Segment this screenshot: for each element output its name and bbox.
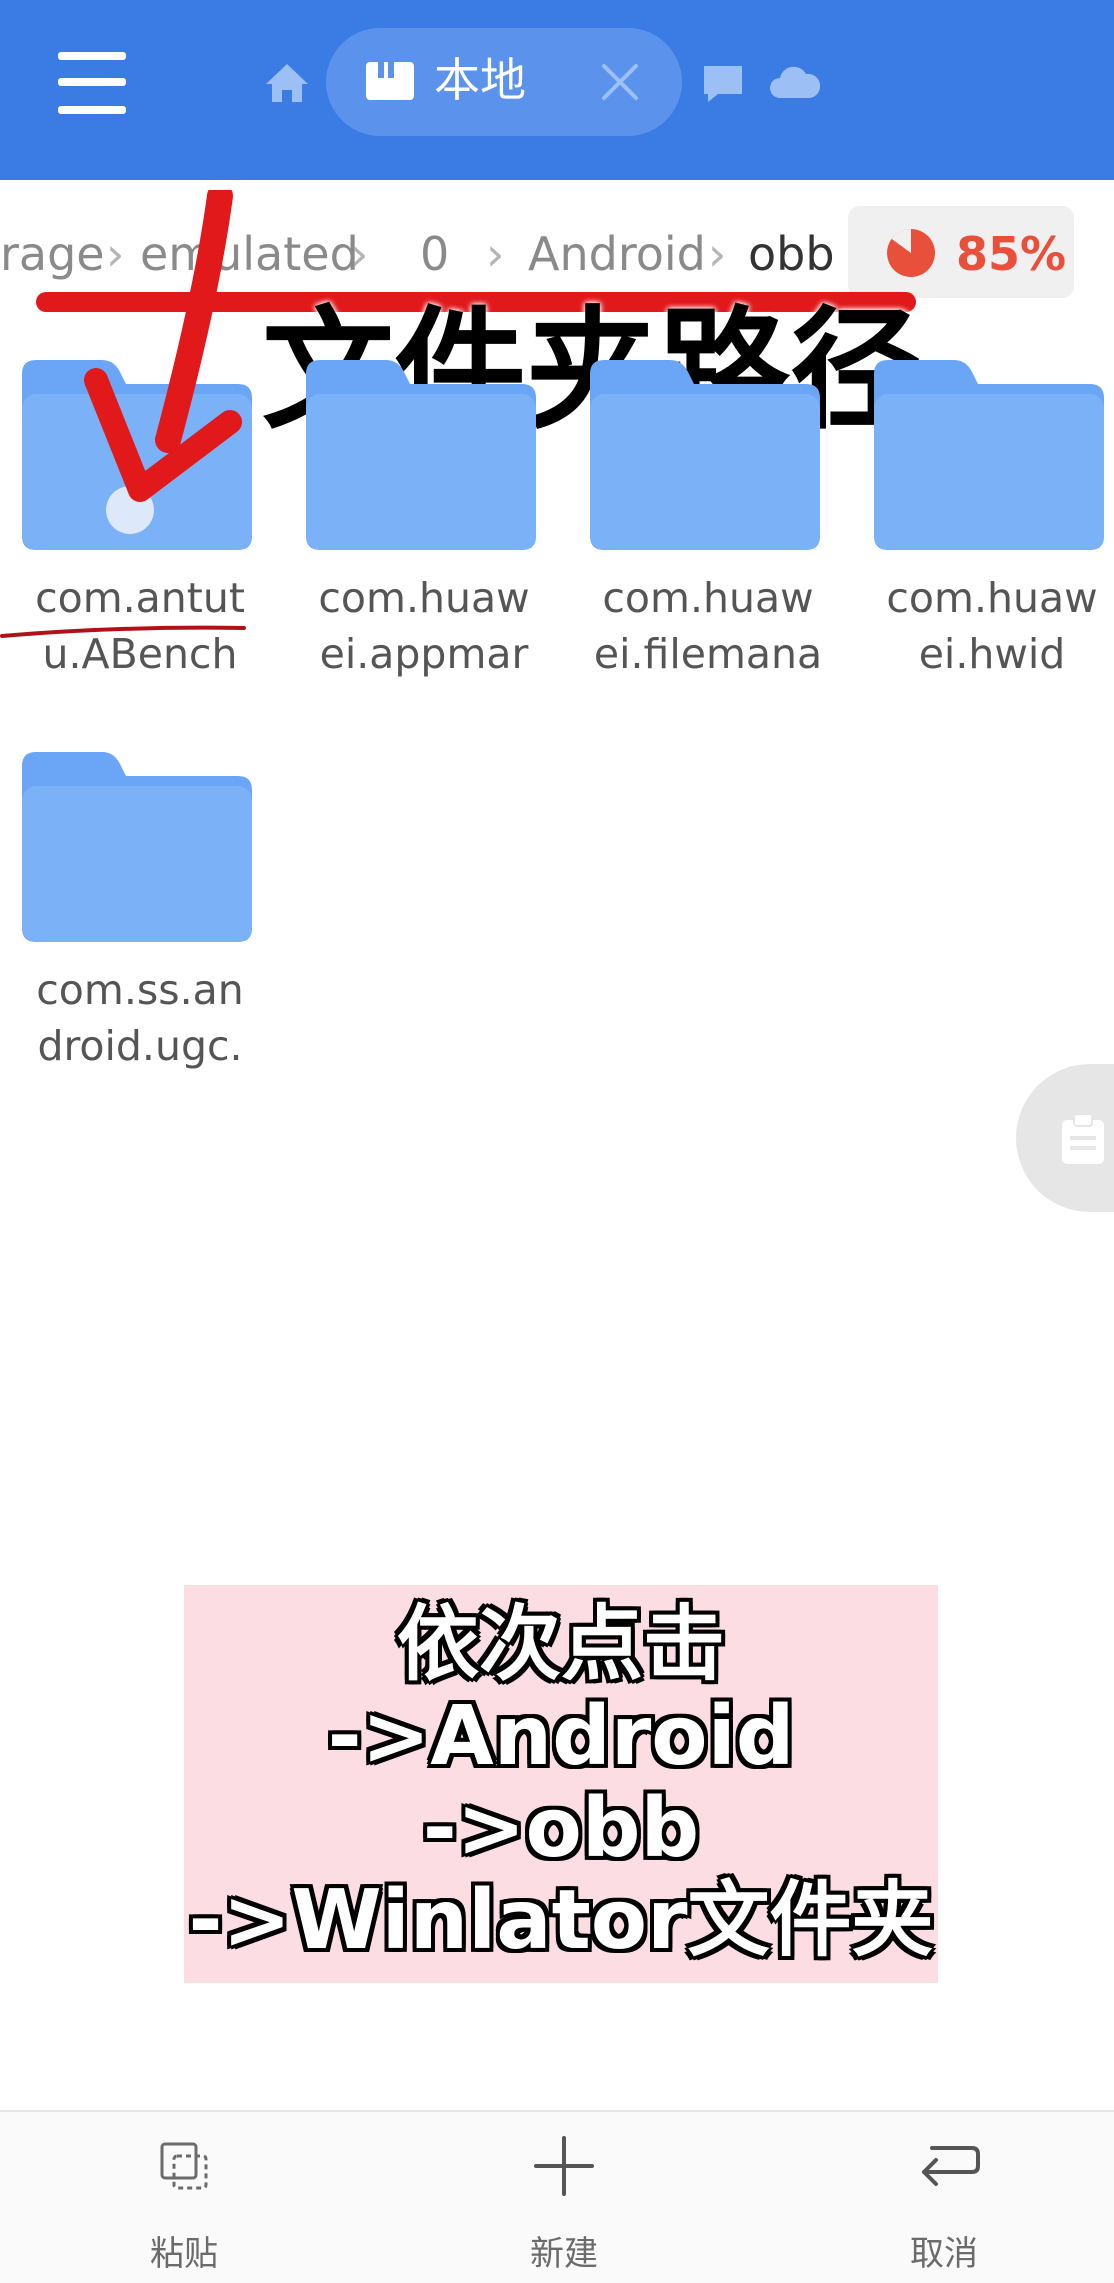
instruction-line: ->Android bbox=[327, 1689, 795, 1784]
folder-name-line2: ei.appmar bbox=[319, 630, 529, 678]
storage-usage-chip[interactable]: 85% bbox=[848, 206, 1074, 298]
folder-name-line1: com.huaw bbox=[886, 574, 1098, 622]
folder-name: com.huaw ei.appmar bbox=[284, 570, 564, 682]
folder-name-line1: com.antut bbox=[35, 574, 245, 622]
breadcrumb-item-obb[interactable]: obb bbox=[748, 224, 835, 284]
storage-percent: 85% bbox=[956, 227, 1067, 281]
pie-chart-icon bbox=[887, 229, 935, 277]
annotation-arrow bbox=[84, 190, 242, 502]
tab-local[interactable]: 本地 bbox=[326, 28, 682, 136]
chevron-right-icon: › bbox=[708, 227, 727, 281]
paste-label: 粘贴 bbox=[150, 2234, 218, 2274]
folder-name: com.huaw ei.filemana bbox=[568, 570, 848, 682]
annotation-underline-folder bbox=[0, 625, 246, 638]
home-icon[interactable] bbox=[262, 58, 312, 108]
tab-label: 本地 bbox=[434, 53, 526, 107]
sd-card-icon bbox=[366, 62, 414, 100]
clipboard-float-button[interactable] bbox=[1016, 1064, 1114, 1212]
bottom-toolbar: 粘贴 新建 取消 bbox=[0, 2110, 1114, 2283]
folder-name-line1: com.huaw bbox=[318, 574, 530, 622]
close-icon[interactable] bbox=[596, 58, 644, 106]
cloud-icon[interactable] bbox=[768, 62, 820, 102]
plus-icon bbox=[534, 2136, 594, 2196]
clipboard-icon bbox=[1062, 1113, 1104, 1164]
breadcrumb-item-android[interactable]: Android bbox=[528, 224, 706, 284]
top-app-bar: 本地 bbox=[0, 0, 1114, 180]
folder-name-line1: com.ss.an bbox=[36, 966, 244, 1014]
menu-icon[interactable] bbox=[52, 48, 134, 118]
folder-name-line2: ei.hwid bbox=[918, 630, 1066, 678]
folder-name-line1: com.huaw bbox=[602, 574, 814, 622]
folder-name: com.ss.an droid.ugc. bbox=[0, 962, 280, 1074]
folder-icon bbox=[874, 360, 1104, 550]
folder-name-line2: ei.filemana bbox=[593, 630, 823, 678]
folder-icon bbox=[22, 752, 252, 942]
paste-icon bbox=[160, 2142, 208, 2190]
folder-icon bbox=[306, 360, 536, 550]
folder-icon bbox=[590, 360, 820, 550]
instruction-line: ->obb bbox=[422, 1781, 700, 1876]
instruction-overlay: 依次点击 ->Android ->obb ->Winlator文件夹 bbox=[184, 1585, 938, 1983]
new-label: 新建 bbox=[530, 2234, 598, 2274]
instruction-line: 依次点击 bbox=[396, 1597, 725, 1692]
chat-icon[interactable] bbox=[700, 62, 746, 104]
cancel-label: 取消 bbox=[910, 2234, 978, 2274]
breadcrumb-item-0[interactable]: 0 bbox=[420, 224, 449, 284]
chevron-right-icon: › bbox=[486, 227, 505, 281]
folder-name: com.huaw ei.hwid bbox=[852, 570, 1114, 682]
folder-name-line2: droid.ugc. bbox=[37, 1022, 243, 1070]
chevron-right-icon: › bbox=[350, 227, 369, 281]
instruction-line: ->Winlator文件夹 bbox=[188, 1873, 934, 1968]
return-icon bbox=[922, 2146, 980, 2186]
